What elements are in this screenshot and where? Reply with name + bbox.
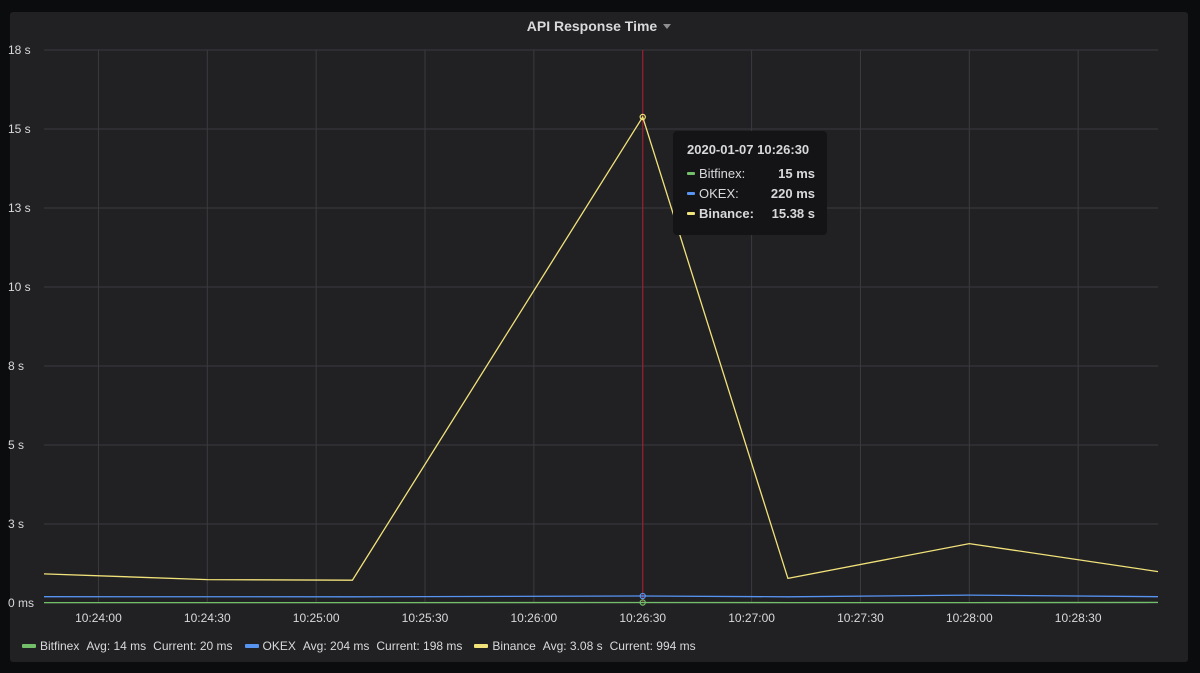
y-tick-label: 10 s [8,280,31,294]
y-tick-label: 0 ms [8,596,34,610]
x-tick-label: 10:25:00 [293,611,340,625]
series-color-swatch [687,211,695,215]
legend-item-okex[interactable]: OKEX Avg: 204 ms Current: 198 ms [244,639,463,653]
legend-item-bitfinex[interactable]: Bitfinex Avg: 14 ms Current: 20 ms [22,639,233,653]
y-tick-label: 8 s [8,359,24,373]
y-tick-label: 5 s [8,438,24,452]
x-tick-label: 10:24:30 [184,611,231,625]
chart-legend: Bitfinex Avg: 14 ms Current: 20 ms OKEX … [22,639,708,653]
series-color-swatch[interactable] [22,644,36,648]
tooltip-row-bitfinex: Bitfinex: 15 ms [687,163,815,183]
legend-series-name[interactable]: OKEX [263,639,296,653]
hover-tooltip: 2020-01-07 10:26:30 Bitfinex: 15 ms OKEX… [673,131,827,235]
legend-current: Current: 198 ms [376,639,463,653]
x-tick-label: 10:26:00 [511,611,558,625]
tooltip-series-value: 15.38 s [771,205,815,221]
series-line-binance [43,115,1159,581]
legend-item-binance[interactable]: Binance Avg: 3.08 s Current: 994 ms [474,639,696,653]
series-color-swatch [687,191,695,195]
tooltip-series-name: Bitfinex: [699,165,746,181]
x-tick-label: 10:27:00 [728,611,775,625]
x-tick-label: 10:27:30 [837,611,884,625]
series-line-okex [43,594,1159,598]
x-tick-label: 10:24:00 [75,611,122,625]
tooltip-series-name: OKEX: [699,185,739,201]
tooltip-row-binance: Binance: 15.38 s [687,203,815,223]
tooltip-series-value: 220 ms [770,185,815,201]
tooltip-series-name: Binance: [699,205,754,221]
tooltip-row-okex: OKEX: 220 ms [687,183,815,203]
tooltip-time: 2020-01-07 10:26:30 [687,142,810,157]
line-chart[interactable]: 0 ms 3 s 5 s 8 s 10 s 13 s 15 s 18 s 10:24:00 10:… [0,0,1200,673]
legend-avg: Avg: 14 ms [86,639,147,653]
legend-avg: Avg: 204 ms [302,639,370,653]
legend-series-name[interactable]: Bitfinex [40,639,79,653]
legend-current: Current: 994 ms [609,639,696,653]
y-tick-label: 15 s [8,122,31,136]
y-tick-label: 13 s [8,201,31,215]
legend-series-name[interactable]: Binance [492,639,535,653]
y-tick-label: 18 s [8,43,31,57]
legend-current: Current: 20 ms [153,639,233,653]
tooltip-series-value: 15 ms [778,165,815,181]
x-tick-label: 10:28:00 [946,611,993,625]
legend-avg: Avg: 3.08 s [542,639,603,653]
x-tick-label: 10:26:30 [619,611,666,625]
x-tick-label: 10:25:30 [402,611,449,625]
series-color-swatch[interactable] [474,644,489,648]
series-color-swatch [687,171,695,175]
series-color-swatch[interactable] [244,644,259,648]
x-tick-label: 10:28:30 [1055,611,1102,625]
y-tick-label: 3 s [8,517,24,531]
